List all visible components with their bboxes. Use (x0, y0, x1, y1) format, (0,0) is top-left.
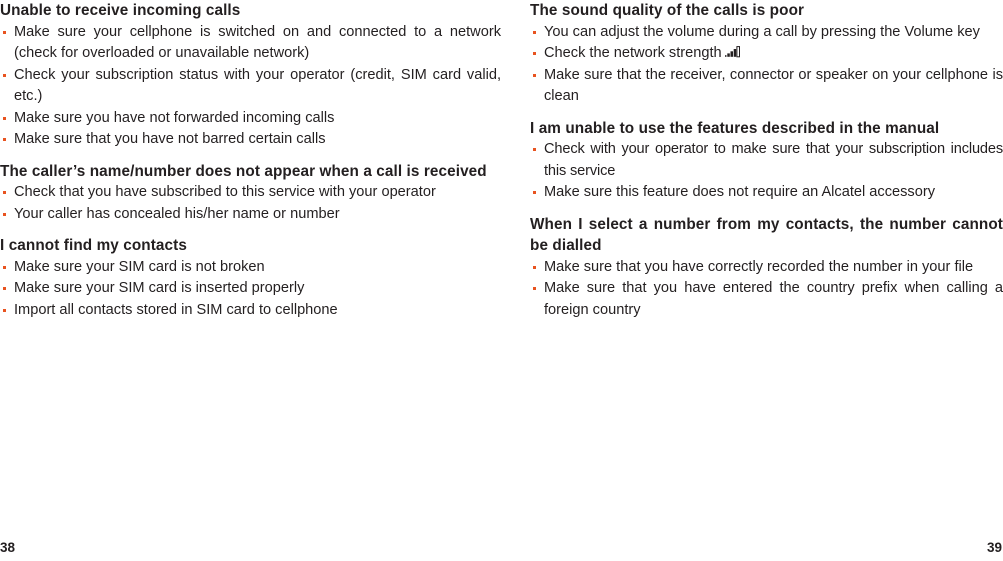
list-item: Make sure that the receiver, connector o… (530, 65, 1003, 108)
bullet-list: Make sure your cellphone is switched on … (0, 22, 501, 151)
section-heading: I am unable to use the features describe… (530, 119, 940, 137)
bullet-list: You can adjust the volume during a call … (530, 22, 1003, 108)
bullet-list: Check that you have subscribed to this s… (0, 182, 501, 225)
list-item: Make sure that you have entered the coun… (530, 278, 1003, 321)
section-number-cannot-be-dialled: When I select a number from my contacts,… (530, 214, 1003, 322)
section-heading: The sound quality of the calls is poor (530, 2, 805, 19)
list-item: Make sure you have not forwarded incomin… (0, 108, 501, 130)
section-unable-to-use-features-in-manual: I am unable to use the features describe… (530, 118, 1003, 204)
section-heading: Unable to receive incoming calls (0, 2, 241, 19)
list-item: Make sure your SIM card is inserted prop… (0, 278, 501, 300)
list-item: Check that you have subscribed to this s… (0, 182, 501, 204)
section-callers-name-number-does-not-appear: The caller’s name/number does not appear… (0, 161, 501, 226)
list-item: Make sure that you have not barred certa… (0, 129, 501, 151)
right-page-column: The sound quality of the calls is poor Y… (501, 0, 1003, 520)
list-item-with-icon: Check the network strength (530, 43, 1003, 65)
manual-page-spread: Unable to receive incoming calls Make su… (0, 0, 1003, 561)
section-unable-to-receive-incoming-calls: Unable to receive incoming calls Make su… (0, 0, 501, 151)
list-item: Make sure this feature does not require … (530, 182, 1003, 204)
list-item: Your caller has concealed his/her name o… (0, 204, 501, 226)
list-item-label: Check the network strength (544, 45, 722, 61)
two-column-layout: Unable to receive incoming calls Make su… (0, 0, 1003, 520)
section-heading: The caller’s name/number does not appear… (0, 162, 487, 180)
list-item: You can adjust the volume during a call … (530, 22, 1003, 44)
bullet-list: Check with your operator to make sure th… (530, 139, 1003, 204)
section-heading: When I select a number from my contacts,… (530, 215, 1003, 255)
section-cannot-find-my-contacts: I cannot find my contacts Make sure your… (0, 235, 501, 321)
bullet-list: Make sure your SIM card is not broken Ma… (0, 257, 501, 322)
list-item: Check your subscription status with your… (0, 65, 501, 108)
list-item: Make sure that you have correctly record… (530, 257, 1003, 279)
page-number-right: 39 (986, 539, 1002, 555)
list-item: Import all contacts stored in SIM card t… (0, 300, 501, 322)
list-item: Make sure your SIM card is not broken (0, 257, 501, 279)
bullet-list: Make sure that you have correctly record… (530, 257, 1003, 322)
list-item: Check with your operator to make sure th… (530, 139, 1003, 182)
left-page-column: Unable to receive incoming calls Make su… (0, 0, 501, 520)
section-sound-quality-of-calls-is-poor: The sound quality of the calls is poor Y… (530, 0, 1003, 108)
signal-strength-icon (724, 45, 742, 58)
section-heading: I cannot find my contacts (0, 237, 187, 254)
page-number-left: 38 (0, 539, 16, 555)
list-item: Make sure your cellphone is switched on … (0, 22, 501, 65)
